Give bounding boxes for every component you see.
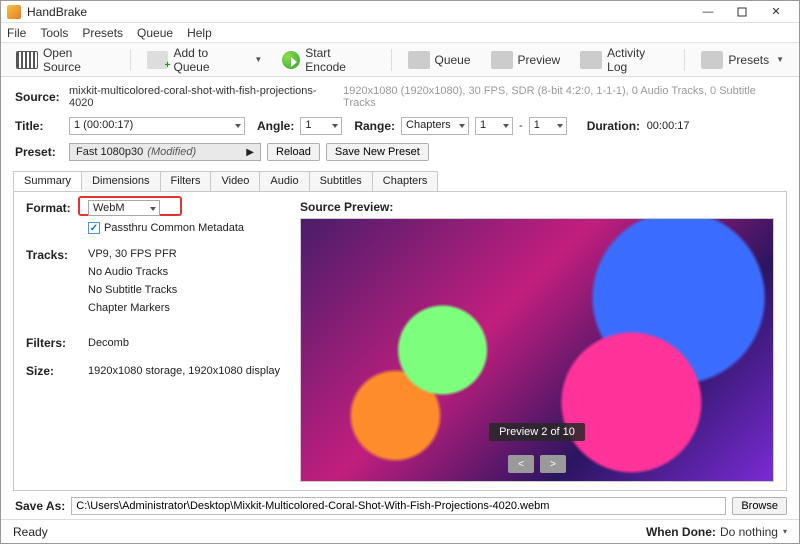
tab-subtitles[interactable]: Subtitles [309, 171, 373, 191]
track-row: Chapter Markers [88, 302, 177, 314]
queue-button[interactable]: Queue [401, 47, 478, 73]
size-value: 1920x1080 storage, 1920x1080 display [88, 365, 280, 377]
source-info: 1920x1080 (1920x1080), 30 FPS, SDR (8-bi… [343, 85, 785, 109]
summary-panel: Format: WebM ✓ Passthru Common Metadata … [13, 191, 787, 491]
chevron-down-icon: ▼ [776, 55, 784, 64]
preset-select[interactable]: Fast 1080p30(Modified) ▶ [69, 143, 261, 161]
preview-prev-button[interactable]: < [508, 455, 534, 473]
menu-tools[interactable]: Tools [40, 26, 68, 40]
format-select[interactable]: WebM [88, 200, 160, 216]
track-row: No Subtitle Tracks [88, 284, 177, 296]
tab-chapters[interactable]: Chapters [372, 171, 439, 191]
check-icon: ✓ [88, 222, 100, 234]
tab-video[interactable]: Video [210, 171, 260, 191]
range-to-select[interactable]: 1 [529, 117, 567, 135]
whendone-label: When Done: [646, 525, 716, 539]
source-preview-label: Source Preview: [300, 200, 774, 214]
add-to-queue-button[interactable]: Add to Queue▼ [140, 42, 270, 78]
menu-queue[interactable]: Queue [137, 26, 173, 40]
preview-button[interactable]: Preview [484, 47, 568, 73]
chevron-down-icon: ▾ [783, 527, 787, 536]
saveas-input[interactable] [71, 497, 726, 515]
menu-help[interactable]: Help [187, 26, 212, 40]
activity-log-button[interactable]: Activity Log [573, 42, 675, 78]
source-preview-image: Preview 2 of 10 < > [300, 218, 774, 482]
queue-icon [408, 51, 430, 69]
range-sep: - [519, 120, 523, 132]
app-icon [7, 5, 21, 19]
toolbar: Open Source Add to Queue▼ Start Encode Q… [1, 43, 799, 77]
saveas-label: Save As: [15, 499, 65, 513]
arrow-right-icon: ▶ [246, 147, 254, 158]
menu-bar: File Tools Presets Queue Help [1, 23, 799, 43]
track-row: No Audio Tracks [88, 266, 177, 278]
filters-value: Decomb [88, 337, 129, 349]
open-source-button[interactable]: Open Source [9, 42, 121, 78]
status-text: Ready [13, 525, 48, 539]
preview-next-button[interactable]: > [540, 455, 566, 473]
tab-audio[interactable]: Audio [259, 171, 309, 191]
presets-button[interactable]: Presets▼ [694, 47, 791, 73]
play-icon [282, 51, 300, 69]
menu-file[interactable]: File [7, 26, 26, 40]
duration-label: Duration: [587, 119, 641, 133]
save-new-preset-button[interactable]: Save New Preset [326, 143, 429, 161]
source-name: mixkit-multicolored-coral-shot-with-fish… [69, 85, 337, 109]
duration-value: 00:00:17 [647, 120, 690, 132]
activity-icon [580, 51, 602, 69]
title-label: Title: [15, 119, 63, 133]
start-encode-button[interactable]: Start Encode [275, 42, 381, 78]
film-icon [16, 51, 38, 69]
preview-icon [491, 51, 513, 69]
range-from-select[interactable]: 1 [475, 117, 513, 135]
whendone-select[interactable]: Do nothing▾ [720, 525, 787, 539]
reload-button[interactable]: Reload [267, 143, 320, 161]
source-label: Source: [15, 90, 63, 104]
browse-button[interactable]: Browse [732, 497, 787, 515]
format-label: Format: [26, 201, 80, 215]
tabs: Summary Dimensions Filters Video Audio S… [13, 171, 787, 191]
track-row: VP9, 30 FPS PFR [88, 248, 177, 260]
filters-label: Filters: [26, 336, 80, 350]
add-queue-icon [147, 51, 169, 69]
minimize-button[interactable]: — [691, 3, 725, 21]
size-label: Size: [26, 364, 80, 378]
close-button[interactable]: ✕ [759, 3, 793, 21]
tracks-label: Tracks: [26, 248, 80, 320]
range-label: Range: [354, 119, 395, 133]
chevron-down-icon: ▼ [254, 55, 262, 64]
preset-label: Preset: [15, 145, 63, 159]
tab-filters[interactable]: Filters [160, 171, 212, 191]
tab-dimensions[interactable]: Dimensions [81, 171, 160, 191]
title-select[interactable]: 1 (00:00:17) [69, 117, 245, 135]
presets-icon [701, 51, 723, 69]
tab-summary[interactable]: Summary [13, 171, 82, 191]
tracks-list: VP9, 30 FPS PFR No Audio Tracks No Subti… [88, 248, 177, 320]
passthru-label: Passthru Common Metadata [104, 222, 244, 234]
maximize-button[interactable] [725, 3, 759, 21]
angle-label: Angle: [257, 119, 294, 133]
angle-select[interactable]: 1 [300, 117, 342, 135]
window-title: HandBrake [27, 5, 691, 19]
preview-badge: Preview 2 of 10 [489, 423, 585, 441]
range-type-select[interactable]: Chapters [401, 117, 469, 135]
menu-presets[interactable]: Presets [82, 26, 123, 40]
status-bar: Ready When Done: Do nothing▾ [1, 519, 799, 543]
passthru-checkbox[interactable]: ✓ Passthru Common Metadata [88, 222, 286, 234]
